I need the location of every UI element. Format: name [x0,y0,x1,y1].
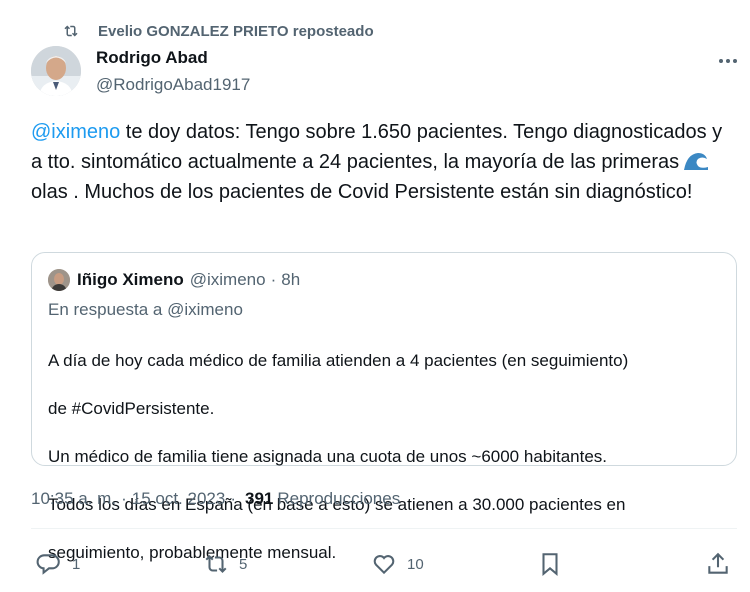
tweet-text-part1: te doy datos: Tengo sobre 1.650 paciente… [31,121,723,173]
quoted-time[interactable]: 8h [281,270,300,290]
tweet-meta: 10:35 a. m. · 15 oct. 2023 · 391 Reprodu… [31,489,400,509]
tweet-text: @iximeno te doy datos: Tengo sobre 1.650… [31,117,731,207]
reply-count: 1 [72,555,81,573]
quoted-author-name[interactable]: Iñigo Ximeno [77,270,184,290]
repost-count: 5 [239,555,248,573]
views-count[interactable]: 391 [245,489,273,509]
quoted-text: A día de hoy cada médico de familia atie… [48,325,728,589]
quoted-tweet-header: Iñigo Ximeno @iximeno · 8h [48,269,300,291]
repost-button[interactable]: 5 [203,551,247,577]
avatar[interactable] [31,46,81,96]
reply-button[interactable]: 1 [36,551,80,577]
tweet-text-part2: olas . Muchos de los pacientes de Covid … [31,181,693,203]
author-avatar-image [31,46,81,96]
quoted-line-3: Un médico de familia tiene asignada una … [48,447,608,466]
divider [31,528,737,529]
repost-indicator[interactable]: Evelio GONZALEZ PRIETO reposteado [62,22,374,40]
reply-icon [36,554,60,575]
bookmark-button[interactable] [537,551,563,577]
quoted-avatar-image [48,269,70,291]
quoted-line-2: de #CovidPersistente. [48,399,215,418]
share-icon [708,552,728,574]
meta-separator-2: · [230,489,236,508]
tweet-date[interactable]: 15 oct. 2023 [132,489,226,509]
quoted-separator: · [270,270,277,289]
tweet-time[interactable]: 10:35 a. m. [31,489,116,509]
more-icon [719,59,737,63]
quoted-tweet[interactable]: Iñigo Ximeno @iximeno · 8h En respuesta … [31,252,737,562]
quoted-author-handle[interactable]: @iximeno [190,270,266,290]
quoted-reply-label: En respuesta a @iximeno [48,300,243,319]
mention-link[interactable]: @iximeno [31,121,120,143]
like-button[interactable]: 10 [371,551,424,577]
repost-icon [64,25,78,37]
quoted-avatar[interactable] [48,269,70,291]
heart-icon [373,555,395,575]
like-count: 10 [407,555,424,573]
share-button[interactable] [705,551,731,577]
quoted-line-1: A día de hoy cada médico de familia atie… [48,351,629,370]
views-label[interactable]: Reproducciones [277,489,400,509]
meta-separator: · [121,489,127,508]
author-handle[interactable]: @RodrigoAbad1917 [96,75,250,95]
repost-label: Evelio GONZALEZ PRIETO reposteado [98,22,374,40]
author-name[interactable]: Rodrigo Abad [96,48,208,68]
more-options-button[interactable] [712,52,744,70]
wave-emoji-icon [684,153,709,170]
bookmark-icon [542,553,558,576]
repost-action-icon [205,554,227,574]
